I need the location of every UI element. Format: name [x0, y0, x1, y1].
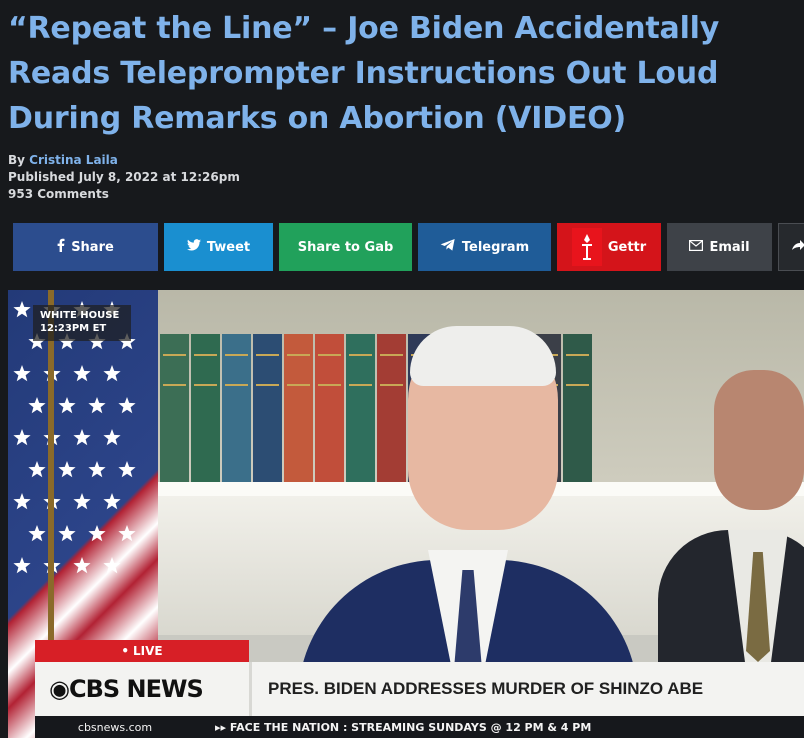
publish-date: Published July 8, 2022 at 12:26pm: [8, 170, 240, 184]
flag-star: [58, 461, 76, 478]
share-twitter-button[interactable]: Tweet: [164, 223, 273, 271]
video-player[interactable]: WHITE HOUSE 12:23PM ET • LIVE ◉CBS NEWS …: [8, 290, 804, 738]
flag-star: [28, 461, 46, 478]
ticker-crawl-text: FACE THE NATION : STREAMING SUNDAYS @ 12…: [229, 720, 592, 734]
book-spine: [191, 334, 220, 484]
flag-star: [13, 493, 31, 510]
book-spine: [315, 334, 344, 484]
share-twitter-label: Tweet: [206, 239, 251, 255]
flag-star: [88, 461, 106, 478]
gettr-icon: [571, 228, 602, 266]
share-gettr-button[interactable]: Gettr: [557, 223, 661, 271]
page: “Repeat the Line” – Joe Biden Accidental…: [0, 0, 804, 738]
flag-star: [13, 301, 31, 318]
flag-star: [103, 429, 121, 446]
flag-star: [118, 461, 136, 478]
flag-star: [13, 557, 31, 574]
chyron-text: PRES. BIDEN ADDRESSES MURDER OF SHINZO A…: [249, 662, 804, 716]
location-tag: WHITE HOUSE 12:23PM ET: [33, 305, 131, 341]
article-headline: “Repeat the Line” – Joe Biden Accidental…: [8, 11, 720, 136]
network-logo-text: CBS NEWS: [68, 675, 204, 703]
flag-star: [103, 365, 121, 382]
flag-star: [103, 557, 121, 574]
live-label: LIVE: [133, 644, 163, 658]
envelope-icon: [689, 239, 704, 255]
book-spine: [284, 334, 313, 484]
speaker-hair: [410, 326, 556, 386]
share-telegram-label: Telegram: [461, 239, 530, 255]
ticker-arrows-icon: ▸▸: [215, 720, 230, 734]
news-lower-third: ◉CBS NEWS PRES. BIDEN ADDRESSES MURDER O…: [35, 662, 804, 716]
twitter-icon: [186, 239, 201, 255]
share-email-button[interactable]: Email: [667, 223, 772, 271]
share-facebook-button[interactable]: Share: [13, 223, 158, 271]
author-link[interactable]: Cristina Laila: [29, 153, 118, 167]
cbs-news-logo: ◉CBS NEWS: [35, 675, 249, 703]
byline: By Cristina Laila: [8, 152, 240, 169]
book-spine: [222, 334, 251, 484]
flag-star: [73, 493, 91, 510]
book-spine: [377, 334, 406, 484]
book-spine: [160, 334, 189, 484]
byline-prefix: By: [8, 153, 25, 167]
book-spine: [346, 334, 375, 484]
facebook-icon: [57, 238, 65, 256]
ticker-crawl: ▸▸ FACE THE NATION : STREAMING SUNDAYS @…: [195, 721, 591, 734]
location-tag-line2: 12:23PM ET: [40, 323, 107, 334]
book-spine: [253, 334, 282, 484]
share-email-label: Email: [709, 239, 750, 255]
second-person-head: [714, 370, 804, 510]
flag-star: [58, 397, 76, 414]
live-dot-icon: •: [121, 644, 130, 658]
flag-star: [118, 397, 136, 414]
telegram-icon: [440, 238, 456, 256]
article-meta: By Cristina Laila Published July 8, 2022…: [8, 152, 240, 203]
flag-star: [13, 365, 31, 382]
share-gab-button[interactable]: Share to Gab: [279, 223, 412, 271]
share-gab-label: Share to Gab: [297, 239, 394, 255]
flag-star: [73, 365, 91, 382]
share-gettr-label: Gettr: [607, 239, 647, 255]
book-spine: [563, 334, 592, 484]
share-bar: Share Tweet Share to Gab Telegram Gettr: [13, 223, 804, 271]
flag-star: [88, 525, 106, 542]
flag-star: [28, 525, 46, 542]
share-facebook-label: Share: [71, 239, 114, 255]
flag-star: [73, 557, 91, 574]
flag-star: [58, 525, 76, 542]
news-ticker: cbsnews.com ▸▸ FACE THE NATION : STREAMI…: [35, 716, 804, 738]
share-telegram-button[interactable]: Telegram: [418, 223, 551, 271]
flag-star: [118, 525, 136, 542]
comment-count[interactable]: 953 Comments: [8, 186, 240, 203]
cbs-eye-icon: ◉: [49, 675, 70, 703]
flag-star: [28, 397, 46, 414]
flag-star: [73, 429, 91, 446]
flag-star: [103, 493, 121, 510]
live-badge: • LIVE: [35, 640, 249, 662]
flag-star: [13, 429, 31, 446]
share-more-button[interactable]: [778, 223, 804, 271]
share-arrow-icon: [791, 239, 804, 255]
ticker-site: cbsnews.com: [77, 720, 153, 734]
location-tag-line1: WHITE HOUSE: [40, 310, 120, 321]
flag-star: [88, 397, 106, 414]
